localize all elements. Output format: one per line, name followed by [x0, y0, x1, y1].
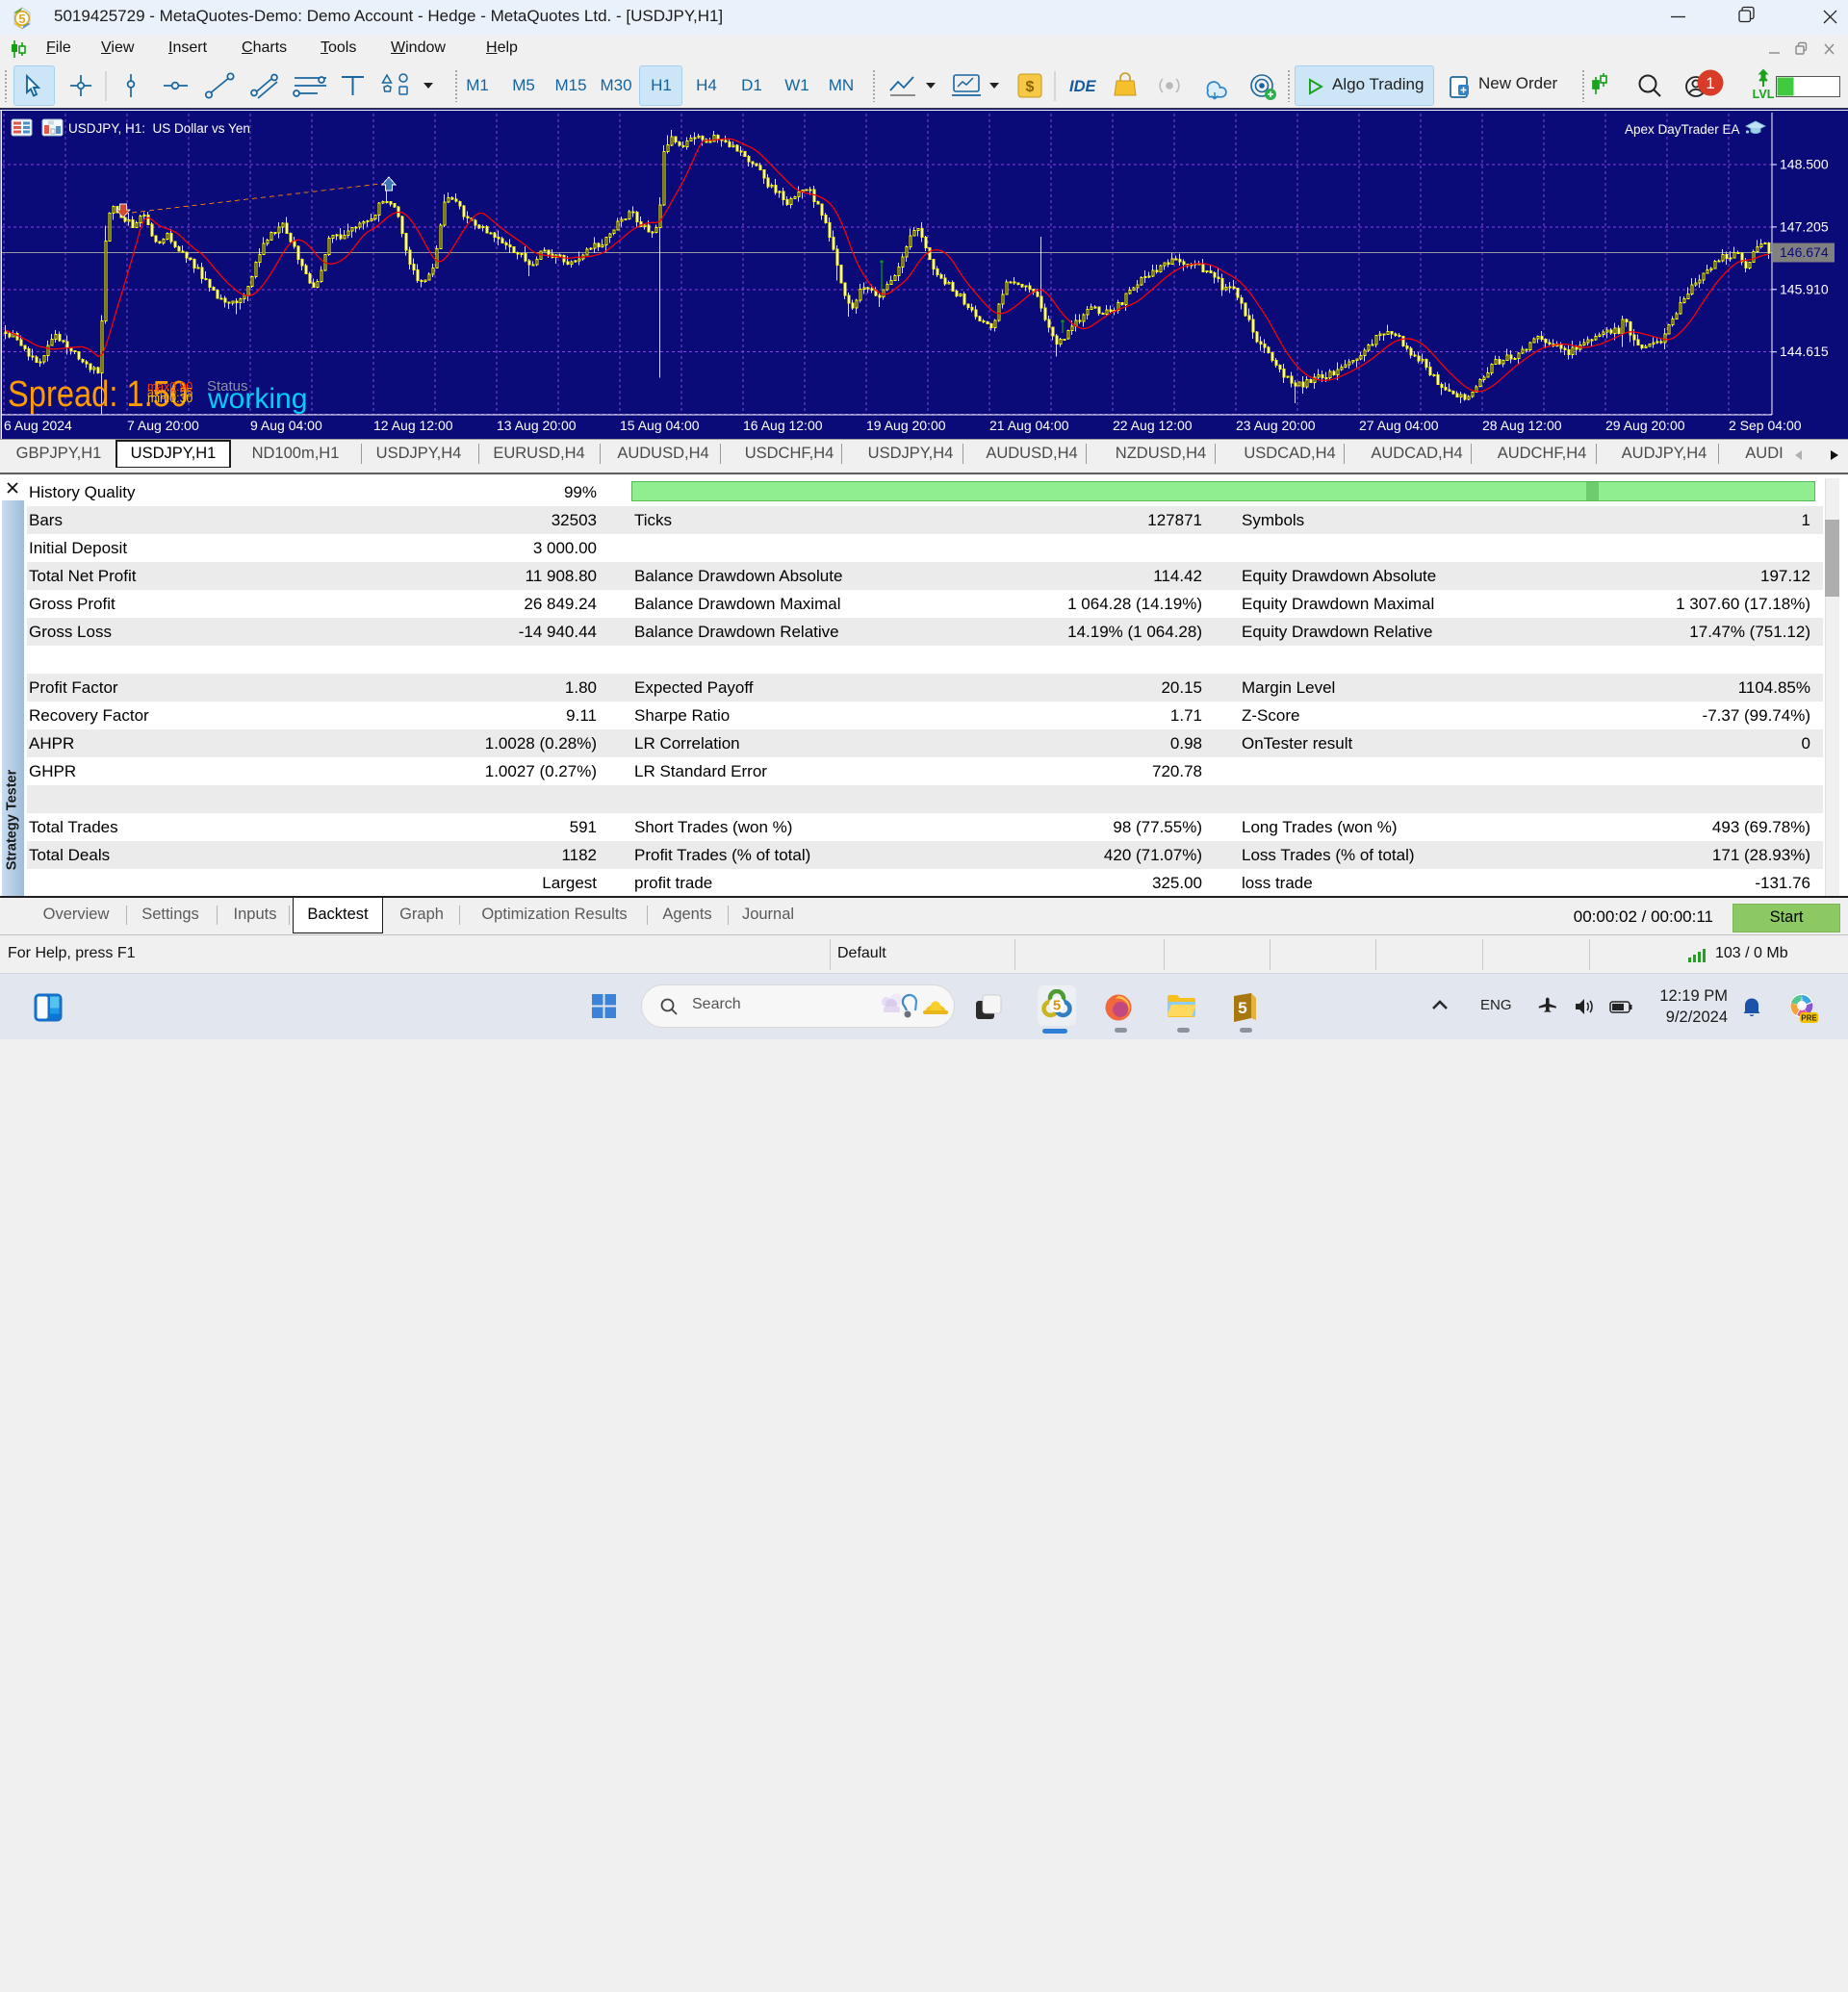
svg-text:5: 5 — [18, 12, 25, 26]
svg-text:148.500: 148.500 — [1780, 157, 1829, 172]
svg-text:1: 1 — [1706, 74, 1714, 92]
svg-text:IDE: IDE — [1069, 78, 1097, 95]
svg-text:27 Aug 04:00: 27 Aug 04:00 — [1359, 418, 1439, 433]
svg-text:29 Aug 20:00: 29 Aug 20:00 — [1605, 418, 1685, 433]
svg-text:min:0.30: min:0.30 — [147, 392, 192, 405]
svg-text:working: working — [207, 383, 307, 415]
svg-text:LVL: LVL — [1753, 88, 1775, 101]
svg-text:145.910: 145.910 — [1780, 281, 1829, 296]
svg-text:5: 5 — [1053, 998, 1061, 1014]
svg-text:$: $ — [1026, 79, 1035, 95]
svg-text:28 Aug 12:00: 28 Aug 12:00 — [1482, 418, 1562, 433]
svg-text:147.205: 147.205 — [1780, 218, 1829, 234]
svg-text:23 Aug 20:00: 23 Aug 20:00 — [1236, 418, 1316, 433]
svg-text:12 Aug 12:00: 12 Aug 12:00 — [373, 418, 453, 433]
svg-text:19 Aug 20:00: 19 Aug 20:00 — [866, 418, 946, 433]
svg-text:21 Aug 04:00: 21 Aug 04:00 — [989, 418, 1069, 433]
svg-text:16 Aug 12:00: 16 Aug 12:00 — [743, 418, 823, 433]
svg-text:9 Aug 04:00: 9 Aug 04:00 — [250, 418, 322, 433]
svg-text:2 Sep 04:00: 2 Sep 04:00 — [1729, 418, 1802, 433]
svg-text:15 Aug 04:00: 15 Aug 04:00 — [620, 418, 700, 433]
svg-text:USDJPY, H1: US Dollar vs Yen: USDJPY, H1: US Dollar vs Yen — [68, 121, 250, 136]
svg-text:22 Aug 12:00: 22 Aug 12:00 — [1113, 418, 1193, 433]
svg-text:7 Aug 20:00: 7 Aug 20:00 — [127, 418, 199, 433]
svg-text:146.674: 146.674 — [1780, 244, 1829, 260]
svg-text:144.615: 144.615 — [1780, 344, 1829, 359]
svg-text:6 Aug 2024: 6 Aug 2024 — [4, 418, 72, 433]
svg-text:13 Aug 20:00: 13 Aug 20:00 — [497, 418, 577, 433]
svg-text:PRE: PRE — [1801, 1014, 1817, 1023]
svg-text:Apex DayTrader EA: Apex DayTrader EA — [1625, 122, 1740, 137]
svg-text:5: 5 — [1238, 999, 1246, 1017]
